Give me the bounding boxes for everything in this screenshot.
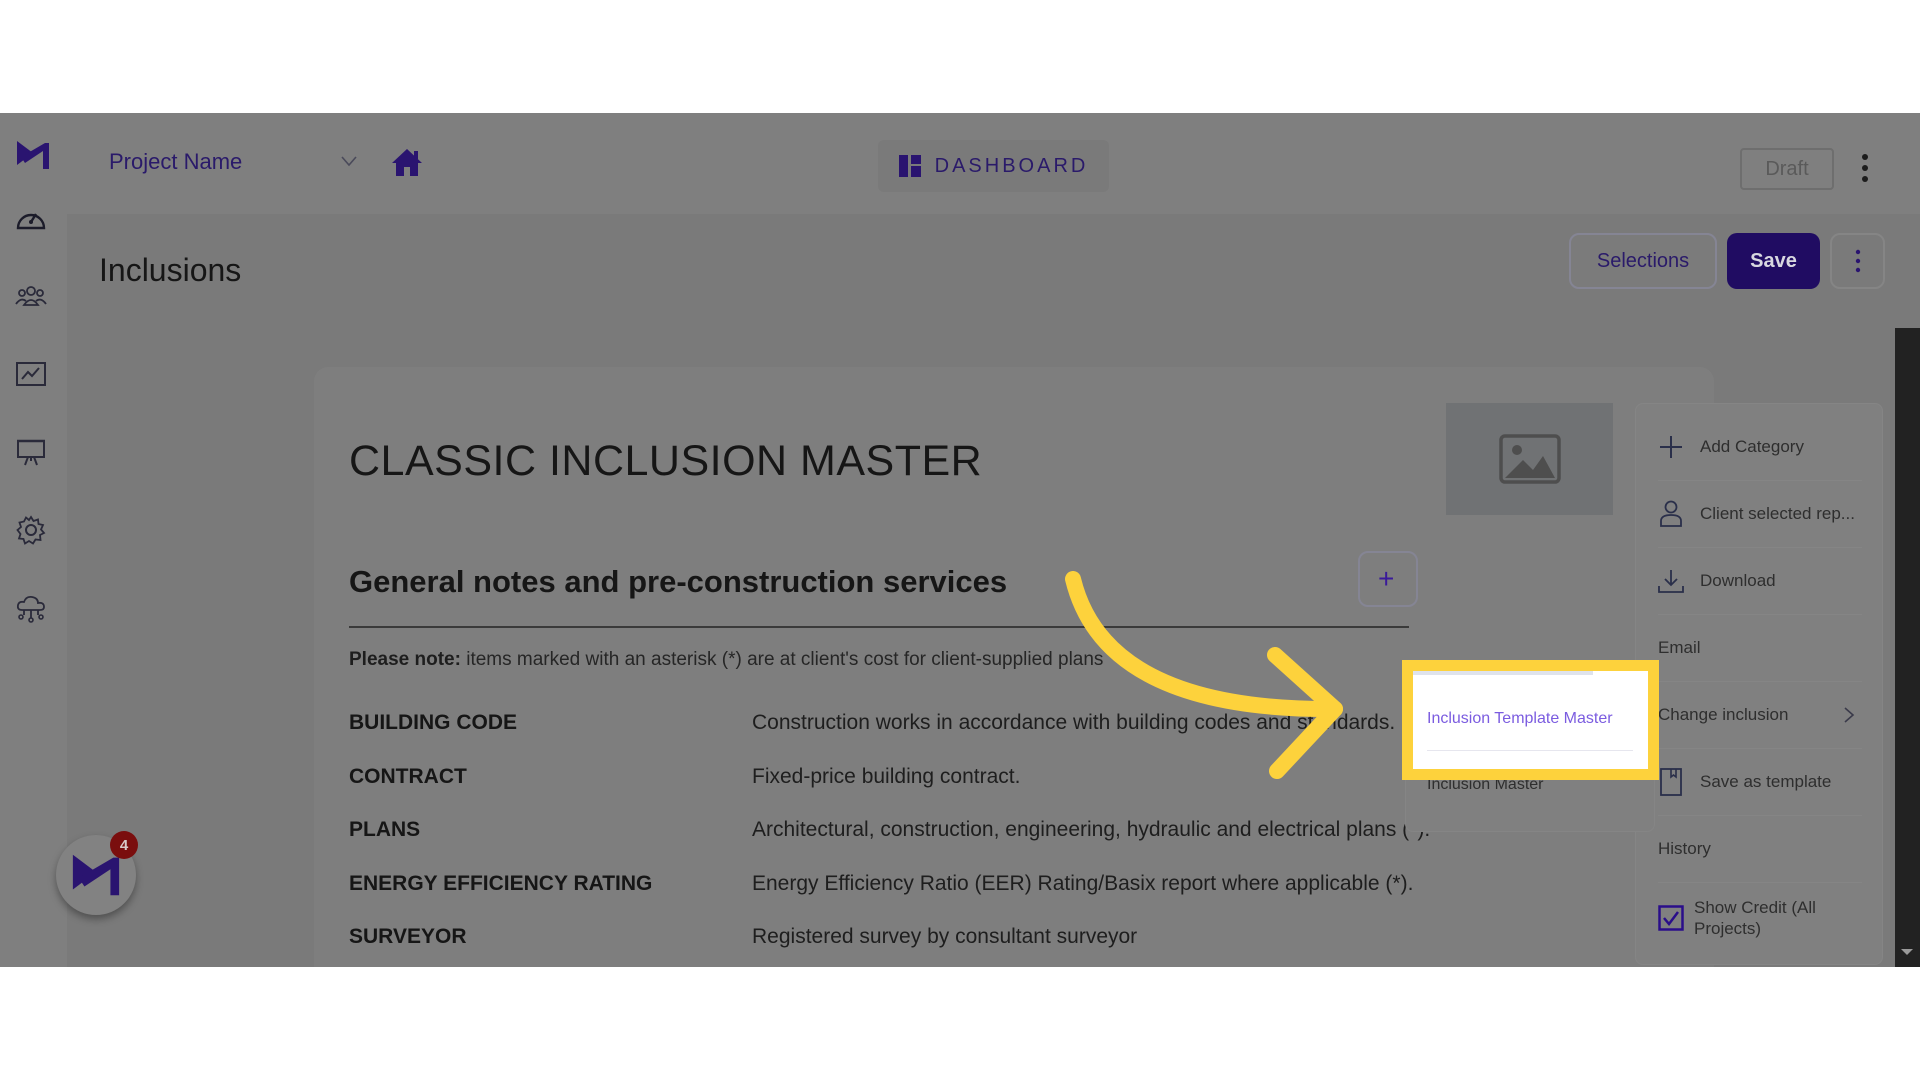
scroll-down-arrow-icon[interactable] — [1901, 949, 1913, 955]
home-icon[interactable] — [391, 147, 423, 177]
note-text: items marked with an asterisk (*) are at… — [460, 649, 1104, 670]
bookmark-icon — [1658, 768, 1684, 796]
app-logo-icon[interactable] — [15, 137, 51, 173]
menu-item-label: Download — [1700, 571, 1776, 590]
menu-item-label: Save as template — [1700, 772, 1832, 791]
row-value: Energy Efficiency Ratio (EER) Rating/Bas… — [752, 872, 1414, 895]
presentation-icon — [17, 439, 45, 466]
checkbox-checked-icon[interactable] — [1658, 904, 1684, 931]
app-logo-icon — [72, 854, 120, 896]
more-actions-menu: Add Category Client selected rep... Down… — [1635, 403, 1883, 965]
menu-item-show-credit[interactable]: Show Credit (All Projects) — [1658, 884, 1862, 951]
header-more-icon[interactable] — [1855, 151, 1875, 185]
page-more-button[interactable] — [1830, 233, 1885, 289]
dashboard-label: DASHBOARD — [934, 154, 1089, 177]
sidebar-item-dashboard[interactable] — [14, 201, 48, 235]
app-window: Project Name DASHBOARD Draft Inclusions … — [0, 113, 1920, 967]
kebab-icon — [1855, 249, 1860, 273]
user-icon — [1658, 500, 1684, 527]
menu-item-add-category[interactable]: Add Category — [1658, 414, 1862, 481]
submenu-option-inclusion-template-master[interactable]: Inclusion Template Master — [1427, 710, 1613, 728]
image-icon — [1498, 434, 1561, 484]
page-title: Inclusions — [99, 252, 242, 288]
document-title: CLASSIC INCLUSION MASTER — [349, 437, 983, 485]
cloud-network-icon — [16, 595, 45, 623]
menu-item-label: Show Credit (All Projects) — [1694, 897, 1816, 938]
submenu-top-edge — [1413, 671, 1593, 675]
section-title: General notes and pre-construction servi… — [349, 564, 1008, 599]
add-item-button[interactable]: + — [1358, 551, 1418, 607]
gear-icon — [16, 515, 46, 545]
section-divider — [349, 626, 1409, 628]
menu-item-client-selected-report[interactable]: Client selected rep... — [1658, 481, 1862, 548]
menu-item-label: Change inclusion — [1658, 705, 1789, 724]
users-icon — [15, 286, 47, 306]
sidebar-item-integrations[interactable] — [14, 591, 48, 625]
menu-item-save-as-template[interactable]: Save as template — [1658, 749, 1862, 816]
save-button[interactable]: Save — [1727, 233, 1820, 289]
dashboard-button[interactable]: DASHBOARD — [878, 140, 1109, 192]
dashboard-grid-icon — [898, 155, 921, 177]
top-header: Project Name DASHBOARD Draft — [67, 113, 1920, 215]
highlighted-submenu-option: Inclusion Template Master — [1402, 660, 1659, 780]
download-icon — [1658, 568, 1684, 594]
image-placeholder[interactable] — [1446, 403, 1613, 515]
row-value: Architectural, construction, engineering… — [752, 818, 1431, 841]
sidebar-item-reports[interactable] — [14, 357, 48, 391]
chevron-right-icon — [1836, 702, 1862, 728]
menu-item-email[interactable]: Email — [1658, 615, 1862, 682]
scrollbar[interactable] — [1895, 328, 1920, 967]
row-value: Construction works in accordance with bu… — [752, 711, 1396, 734]
table-row: ENERGY EFFICIENCY RATING Energy Efficien… — [349, 872, 1649, 902]
sidebar-item-settings[interactable] — [14, 513, 48, 547]
menu-item-label: Add Category — [1700, 437, 1804, 456]
row-value: Fixed-price building contract. — [752, 765, 1021, 788]
sidebar — [0, 113, 67, 967]
row-key: ENERGY EFFICIENCY RATING — [349, 872, 653, 895]
sidebar-item-presentations[interactable] — [14, 435, 48, 469]
plus-icon — [1658, 434, 1684, 460]
menu-item-label: Client selected rep... — [1700, 504, 1855, 523]
submenu-divider — [1427, 750, 1633, 751]
section-note: Please note: items marked with an asteri… — [349, 649, 1103, 671]
selections-button[interactable]: Selections — [1569, 233, 1717, 289]
project-name-select[interactable]: Project Name — [109, 149, 242, 175]
row-key: SURVEYOR — [349, 925, 467, 948]
menu-item-change-inclusion[interactable]: Change inclusion — [1658, 682, 1862, 749]
row-value: Registered survey by consultant surveyor — [752, 925, 1138, 948]
menu-item-download[interactable]: Download — [1658, 548, 1862, 615]
table-row: SURVEYOR Registered survey by consultant… — [349, 925, 1649, 955]
menu-item-label: Email — [1658, 638, 1701, 657]
sidebar-item-clients[interactable] — [14, 279, 48, 313]
chart-icon — [16, 362, 46, 386]
notification-badge: 4 — [110, 831, 138, 859]
chevron-down-icon[interactable] — [337, 149, 361, 173]
menu-item-history[interactable]: History — [1658, 816, 1862, 883]
speedometer-icon — [16, 213, 46, 230]
row-key: PLANS — [349, 818, 421, 841]
menu-item-label: History — [1658, 839, 1711, 858]
note-label: Please note: — [349, 649, 461, 670]
row-key: BUILDING CODE — [349, 711, 517, 734]
row-key: CONTRACT — [349, 765, 467, 788]
status-draft-button[interactable]: Draft — [1740, 148, 1834, 190]
